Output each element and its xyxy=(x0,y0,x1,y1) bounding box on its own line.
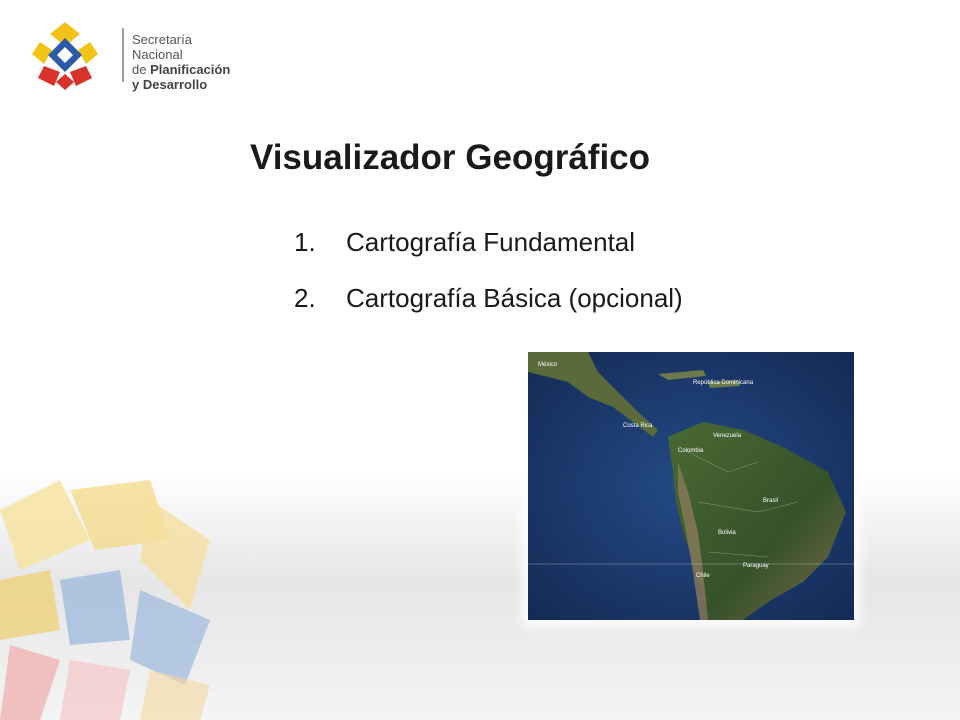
list-item-number: 1. xyxy=(294,227,316,257)
map-label-paraguay: Paraguay xyxy=(743,563,769,569)
map-image: México Colombia Venezuela Brasil Bolivia… xyxy=(528,352,854,620)
list-item-label: Cartografía Fundamental xyxy=(346,227,636,257)
list-item-number: 2. xyxy=(294,283,316,313)
list-item: 2. Cartografía Básica (opcional) xyxy=(294,278,683,334)
map-label-bolivia: Bolivia xyxy=(718,530,736,536)
map-label-chile: Chile xyxy=(696,573,710,579)
logo-mark-icon xyxy=(32,22,98,90)
logo-line-2-prefix: de xyxy=(132,62,151,77)
item-list: 1. Cartografía Fundamental 2. Cartografía … xyxy=(294,222,683,334)
logo-line-2: de Planificación xyxy=(132,62,240,77)
map-label-costa-rica: Costa Rica xyxy=(623,423,653,429)
map-label-colombia: Colombia xyxy=(678,448,704,454)
slide-title: Visualizador Geográfico xyxy=(250,138,651,177)
logo-line-1: Secretaría Nacional xyxy=(132,32,192,62)
senplades-logo: Secretaría Nacional de Planificación y D… xyxy=(30,20,240,92)
logo-divider xyxy=(122,28,124,82)
map-label-brasil: Brasil xyxy=(763,498,778,504)
logo-line-2-bold: Planificación xyxy=(150,62,231,77)
map-label-mexico: México xyxy=(538,362,558,368)
map-label-venezuela: Venezuela xyxy=(713,433,742,439)
south-america-satellite-map: México Colombia Venezuela Brasil Bolivia… xyxy=(528,352,854,620)
decorative-shapes xyxy=(0,480,210,720)
list-item-label: Cartografía Básica (opcional) xyxy=(346,283,683,313)
logo-line-3: y Desarrollo xyxy=(132,77,208,92)
logo-text: Secretaría Nacional de Planificación y D… xyxy=(132,32,240,92)
map-label-republica-dominicana: República Dominicana xyxy=(693,380,754,386)
list-item: 1. Cartografía Fundamental xyxy=(294,222,683,278)
